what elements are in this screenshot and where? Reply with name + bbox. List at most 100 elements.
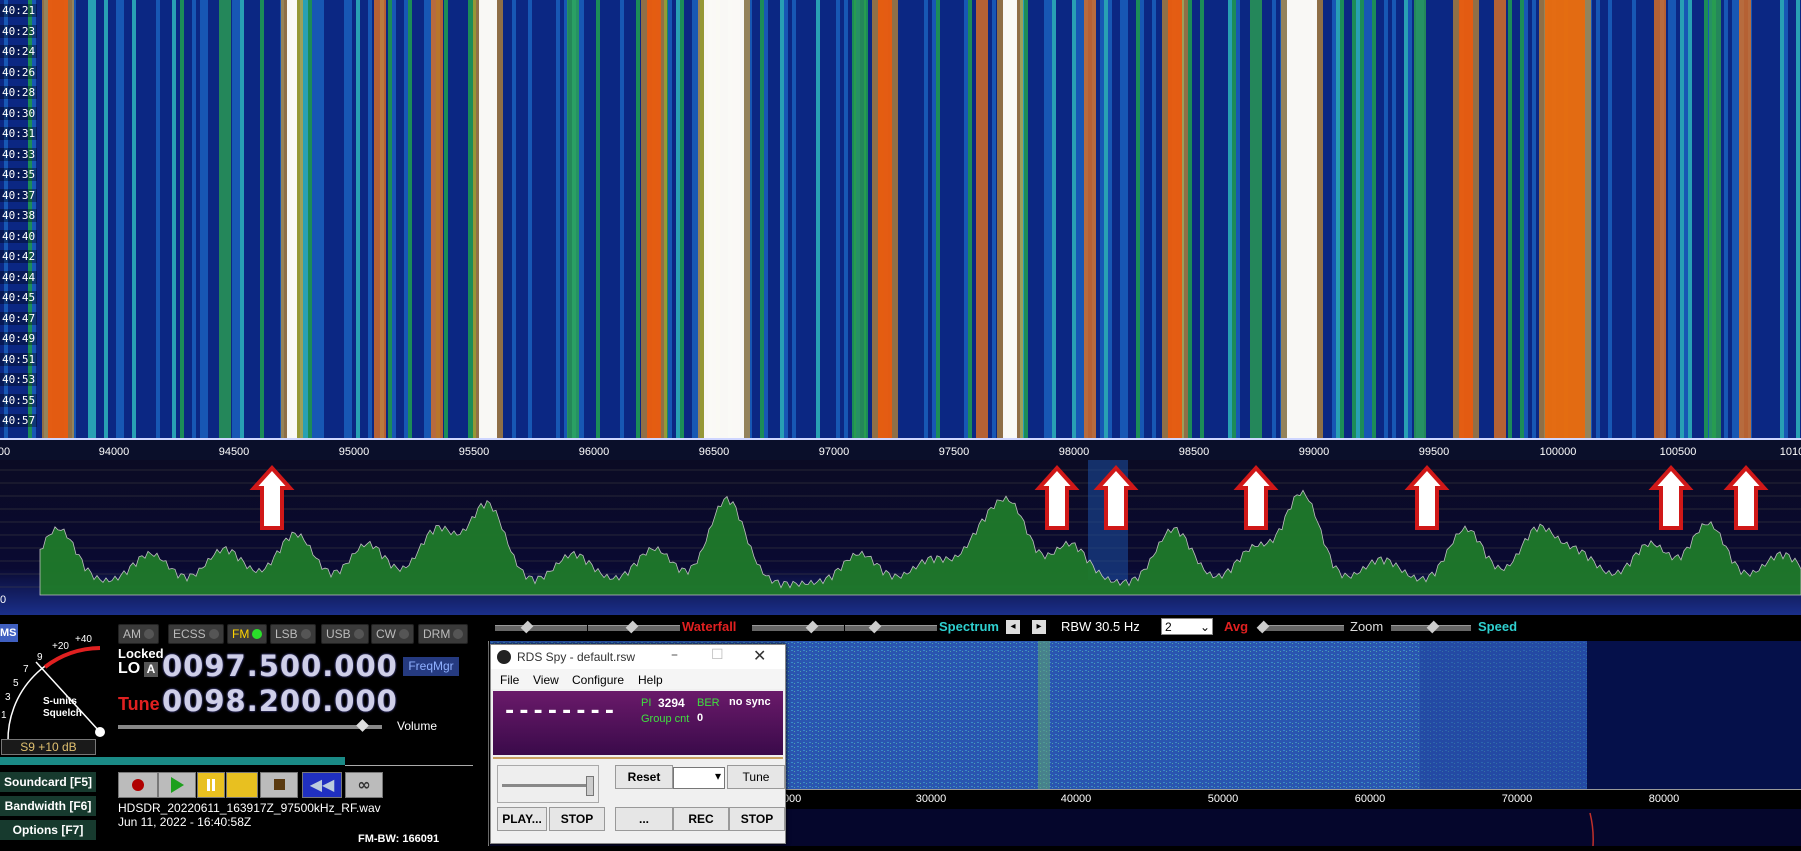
rds-titlebar[interactable]: RDS Spy - default.rsw – ☐ ✕ <box>491 645 785 669</box>
main-waterfall[interactable]: 40:21 40:23 40:24 40:26 40:28 40:30 40:31 40:33… <box>0 0 1801 438</box>
lo-frequency[interactable]: 0097.500.000 <box>162 649 398 683</box>
mode-led-icon <box>300 629 311 639</box>
zoom-slider[interactable] <box>1391 620 1471 634</box>
freqmgr-button[interactable]: FreqMgr <box>403 657 459 676</box>
play-button[interactable] <box>158 772 196 798</box>
options-label: Options <box>12 823 58 837</box>
tune-button[interactable]: Tune <box>727 765 785 789</box>
mode-label: DRM <box>423 627 451 641</box>
volume-knob[interactable] <box>356 719 369 732</box>
freq-tick-label: 00 <box>0 446 11 458</box>
group-cnt-value: 0 <box>697 712 704 724</box>
close-icon[interactable]: ✕ <box>753 646 766 665</box>
bandwidth-key: [F6] <box>69 799 92 813</box>
signal-level-bar <box>0 757 345 765</box>
af-freq-tick-label: 80000 <box>1648 793 1680 805</box>
stop-button[interactable] <box>260 772 298 798</box>
freq-tick-label: 99000 <box>1298 446 1330 458</box>
arrow-up-icon <box>1723 465 1769 530</box>
avg-slider[interactable] <box>1256 620 1344 634</box>
maximize-icon[interactable]: ☐ <box>711 647 724 663</box>
af-freq-tick-label: 30000 <box>915 793 947 805</box>
fm-bandwidth: FM-BW: 166091 <box>358 833 440 845</box>
pause-icon <box>207 779 215 791</box>
freq-tick-label: 94500 <box>218 446 250 458</box>
mode-button-drm[interactable]: DRM <box>418 624 469 644</box>
rec-button[interactable]: REC <box>673 807 729 831</box>
freq-tick-label: 98000 <box>1058 446 1090 458</box>
reset-button[interactable]: Reset <box>615 765 673 789</box>
rds-separator <box>493 757 783 759</box>
rds-level-slider[interactable] <box>497 765 599 803</box>
avg-select[interactable]: 2 ⌄ <box>1161 618 1213 635</box>
tune-frequency[interactable]: 0098.200.000 <box>162 684 398 718</box>
bandwidth-button[interactable]: Bandwidth [F6] <box>0 796 96 817</box>
spectrum-label: Spectrum <box>939 619 999 634</box>
mode-button-fm[interactable]: FM <box>227 624 268 644</box>
mode-button-usb[interactable]: USB <box>321 624 369 644</box>
spectrum-display[interactable]: 0 <box>0 460 1801 615</box>
time-label: 40:31 <box>0 127 38 140</box>
time-label: 40:24 <box>0 45 38 58</box>
rds-select[interactable]: ▾ <box>673 767 725 789</box>
time-label: 40:37 <box>0 188 38 202</box>
ps-display: -------- <box>503 699 617 724</box>
freq-tick-label: 1010 <box>1779 446 1801 458</box>
menu-view[interactable]: View <box>533 673 559 687</box>
smeter-tick: 3 <box>5 692 11 703</box>
spectrum-level-slider[interactable] <box>845 620 937 634</box>
waterfall-brightness-slider[interactable] <box>588 620 680 634</box>
time-label: 40:49 <box>0 332 38 345</box>
arrow-right-icon[interactable]: ▸ <box>1032 620 1046 634</box>
volume-label: Volume <box>397 719 438 733</box>
freq-tick-label: 99500 <box>1418 446 1450 458</box>
menu-configure[interactable]: Configure <box>572 673 624 687</box>
minimize-icon[interactable]: – <box>671 647 678 663</box>
rewind-button[interactable]: ◀◀ <box>302 772 342 798</box>
play-icon <box>170 777 184 793</box>
mode-led-icon <box>144 629 154 639</box>
spectrum-axis-label: 0 <box>0 594 7 606</box>
menu-help[interactable]: Help <box>638 673 663 687</box>
options-button[interactable]: Options [F7] <box>0 820 96 841</box>
zoom-label: Zoom <box>1350 619 1384 634</box>
menu-file[interactable]: File <box>500 673 519 687</box>
speed-label: Speed <box>1478 619 1518 634</box>
time-label: 40:55 <box>0 393 38 407</box>
mode-button-lsb[interactable]: LSB <box>270 624 316 644</box>
lo-label: LO <box>118 660 141 677</box>
bandwidth-label: Bandwidth <box>4 799 66 813</box>
arrow-left-icon[interactable]: ◂ <box>1006 620 1020 634</box>
time-label: 40:53 <box>0 373 38 386</box>
stop-rec-button[interactable]: STOP <box>729 807 785 831</box>
pi-value: 3294 <box>658 696 685 710</box>
panel-divider <box>488 641 489 846</box>
frequency-ruler[interactable]: 00 94000 94500 95000 95500 96000 96500 97000 975… <box>0 438 1801 462</box>
waterfall-contrast-slider[interactable] <box>495 620 587 634</box>
chevron-down-icon: ▾ <box>714 769 721 783</box>
smeter-tick: 9 <box>37 652 43 663</box>
af-freq-tick-label: 60000 <box>1354 793 1386 805</box>
rds-slider-thumb[interactable] <box>586 776 594 796</box>
pi-label: PI <box>641 697 652 709</box>
loop-icon: ∞ <box>357 775 371 794</box>
volume-slider[interactable] <box>118 719 382 732</box>
waterfall-image <box>0 0 1801 438</box>
play-file-button[interactable]: PLAY... <box>497 807 547 831</box>
stop-play-button[interactable]: STOP <box>549 807 605 831</box>
browse-button[interactable]: ... <box>615 807 673 831</box>
pause-button[interactable] <box>197 772 225 798</box>
soundcard-button[interactable]: Soundcard [F5] <box>0 772 96 793</box>
loop-button[interactable]: ∞ <box>345 772 383 798</box>
freq-tick-label: 94000 <box>98 446 130 458</box>
record-icon <box>132 779 144 791</box>
waterfall-speed-slider[interactable] <box>752 620 844 634</box>
mode-label: FM <box>232 627 250 641</box>
arrow-up-icon <box>1034 465 1080 530</box>
mode-button-cw[interactable]: CW <box>371 624 414 644</box>
mode-label: ECSS <box>173 627 206 641</box>
mode-button-ecss[interactable]: ECSS <box>168 624 224 644</box>
lo-lock-badge[interactable]: A <box>144 662 158 677</box>
record-button[interactable] <box>118 772 158 798</box>
mode-button-am[interactable]: AM <box>118 624 159 644</box>
